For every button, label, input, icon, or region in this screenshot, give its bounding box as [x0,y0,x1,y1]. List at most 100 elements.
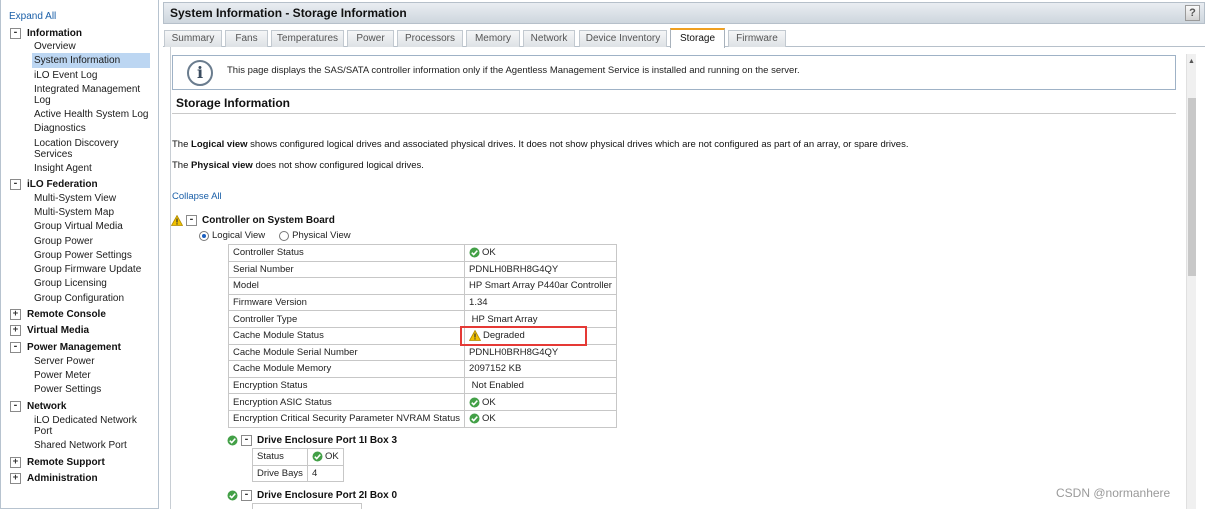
row-value: HP Smart Array [464,310,617,328]
main-area: System Information - Storage Information… [163,0,1213,509]
nav-item-multi-system-view[interactable]: Multi-System View [34,193,152,204]
tab-storage[interactable]: Storage [670,28,725,48]
ok-icon [469,247,480,258]
tab-firmware[interactable]: Firmware [728,30,786,47]
nav-item-location-discovery-services[interactable]: Location Discovery Services [34,138,152,160]
expand-toggle-icon[interactable]: + [10,456,21,468]
table-row: Controller Status OK [227,244,617,262]
nav-item-ilo-event-log[interactable]: iLO Event Log [34,70,152,81]
text-fragment: does not show configured logical drives. [252,160,424,171]
nav-item-multi-system-map[interactable]: Multi-System Map [34,207,152,218]
nav-group-ilo-federation[interactable]: - iLO Federation [10,177,98,191]
collapse-toggle-icon[interactable]: - [10,27,21,39]
row-value: PDNLH0BRH8G4QY [464,260,617,279]
expand-toggle-icon[interactable]: + [10,472,21,484]
collapse-toggle-icon[interactable]: - [10,400,21,412]
row-value: OK [306,448,344,466]
nav-group-remote-support[interactable]: + Remote Support [10,455,105,469]
row-label: Cache Module Serial Number [227,343,466,362]
expand-toggle-icon[interactable]: + [10,308,21,320]
tab-network[interactable]: Network [523,30,575,47]
scrollbar-thumb[interactable] [1188,98,1196,276]
page-titlebar: System Information - Storage Information… [163,2,1205,24]
nav-item-active-health-system-log[interactable]: Active Health System Log [34,109,152,120]
row-value: 2097152 KB [464,360,617,378]
value-text: HP Smart Array [469,313,538,325]
tab-memory[interactable]: Memory [466,30,520,47]
row-label: Controller Status [227,244,466,262]
vertical-scrollbar[interactable]: ▲ [1186,54,1196,509]
nav-group-label: iLO Federation [27,178,98,190]
section-heading: Storage Information [176,96,291,110]
page-title: System Information - Storage Information [170,6,407,20]
info-icon: i [187,60,213,86]
tab-summary[interactable]: Summary [164,30,222,47]
collapse-all-link[interactable]: Collapse All [172,191,222,202]
expand-all-link[interactable]: Expand All [9,11,56,22]
nav-item-insight-agent[interactable]: Insight Agent [34,163,152,174]
nav-item-ilo-dedicated-network-port[interactable]: iLO Dedicated Network Port [34,415,152,437]
value-text: OK [482,247,496,259]
nav-item-system-information[interactable]: System Information [32,53,150,68]
row-label: Cache Module Memory [227,360,466,378]
nav-item-group-firmware-update[interactable]: Group Firmware Update [34,264,152,275]
nav-group-label: Power Management [27,341,121,353]
row-label: Encryption ASIC Status [227,393,466,411]
nav-item-group-virtual-media[interactable]: Group Virtual Media [34,221,152,232]
nav-item-group-power[interactable]: Group Power [34,236,152,247]
nav-item-group-licensing[interactable]: Group Licensing [34,278,152,289]
collapse-toggle-icon[interactable]: - [241,489,252,501]
logical-view-label[interactable]: Logical View [212,230,265,241]
row-value: Not Enabled [464,376,617,395]
view-selector: Logical View Physical View [199,230,351,241]
tab-device-inventory[interactable]: Device Inventory [579,30,667,47]
nav-group-network[interactable]: - Network [10,399,66,413]
tab-fans[interactable]: Fans [225,30,268,47]
collapse-toggle-icon[interactable]: - [241,434,252,446]
nav-group-remote-console[interactable]: + Remote Console [10,307,106,321]
info-banner: i This page displays the SAS/SATA contro… [172,55,1176,90]
expand-toggle-icon[interactable]: + [10,324,21,336]
tab-bar: Summary Fans Temperatures Power Processo… [163,28,1205,48]
nav-item-group-power-settings[interactable]: Group Power Settings [34,250,152,261]
nav-item-group-configuration[interactable]: Group Configuration [34,293,152,304]
table-row: Drive Bays 4 [252,464,344,483]
controller-label: Controller on System Board [202,214,335,226]
table-row: Serial Number PDNLH0BRH8G4QY [227,260,617,279]
nav-group-power-management[interactable]: - Power Management [10,340,121,354]
help-button[interactable]: ? [1185,5,1200,21]
nav-item-diagnostics[interactable]: Diagnostics [34,123,152,134]
nav-item-overview[interactable]: Overview [34,41,152,52]
physical-view-label[interactable]: Physical View [292,230,350,241]
nav-group-virtual-media[interactable]: + Virtual Media [10,323,89,337]
enclosure-details-table: Status OK Drive Bays 4 [252,448,344,483]
value-text: OK [482,396,496,408]
row-value: 1.34 [464,293,617,312]
row-label: Drive Bays [252,464,308,483]
row-value: HP Smart Array P440ar Controller [464,277,617,295]
logical-view-radio[interactable] [199,230,209,241]
tab-temperatures[interactable]: Temperatures [271,30,344,47]
collapse-toggle-icon[interactable]: - [10,178,21,190]
nav-group-information[interactable]: - Information [10,26,82,40]
physical-view-radio[interactable] [279,230,290,241]
row-label: Status [252,448,308,466]
collapse-toggle-icon[interactable]: - [10,341,21,353]
tab-power[interactable]: Power [347,30,394,47]
controller-tree-node: - Controller on System Board [171,213,335,227]
collapse-toggle-icon[interactable]: - [186,214,197,226]
scroll-up-icon[interactable]: ▲ [1188,58,1195,65]
nav-group-administration[interactable]: + Administration [10,471,98,485]
value-text: 1.34 [469,297,488,309]
nav-item-server-power[interactable]: Server Power [34,356,152,367]
nav-item-power-settings[interactable]: Power Settings [34,384,152,395]
info-text: This page displays the SAS/SATA controll… [227,65,800,76]
nav-item-shared-network-port[interactable]: Shared Network Port [34,440,152,451]
row-value: OK [464,393,617,411]
tab-processors[interactable]: Processors [397,30,463,47]
nav-group-label: Network [27,400,67,412]
ok-icon [227,435,238,445]
nav-item-integrated-management-log[interactable]: Integrated Management Log [34,84,152,106]
table-row: Controller Type HP Smart Array [227,310,617,328]
nav-item-power-meter[interactable]: Power Meter [34,370,152,381]
